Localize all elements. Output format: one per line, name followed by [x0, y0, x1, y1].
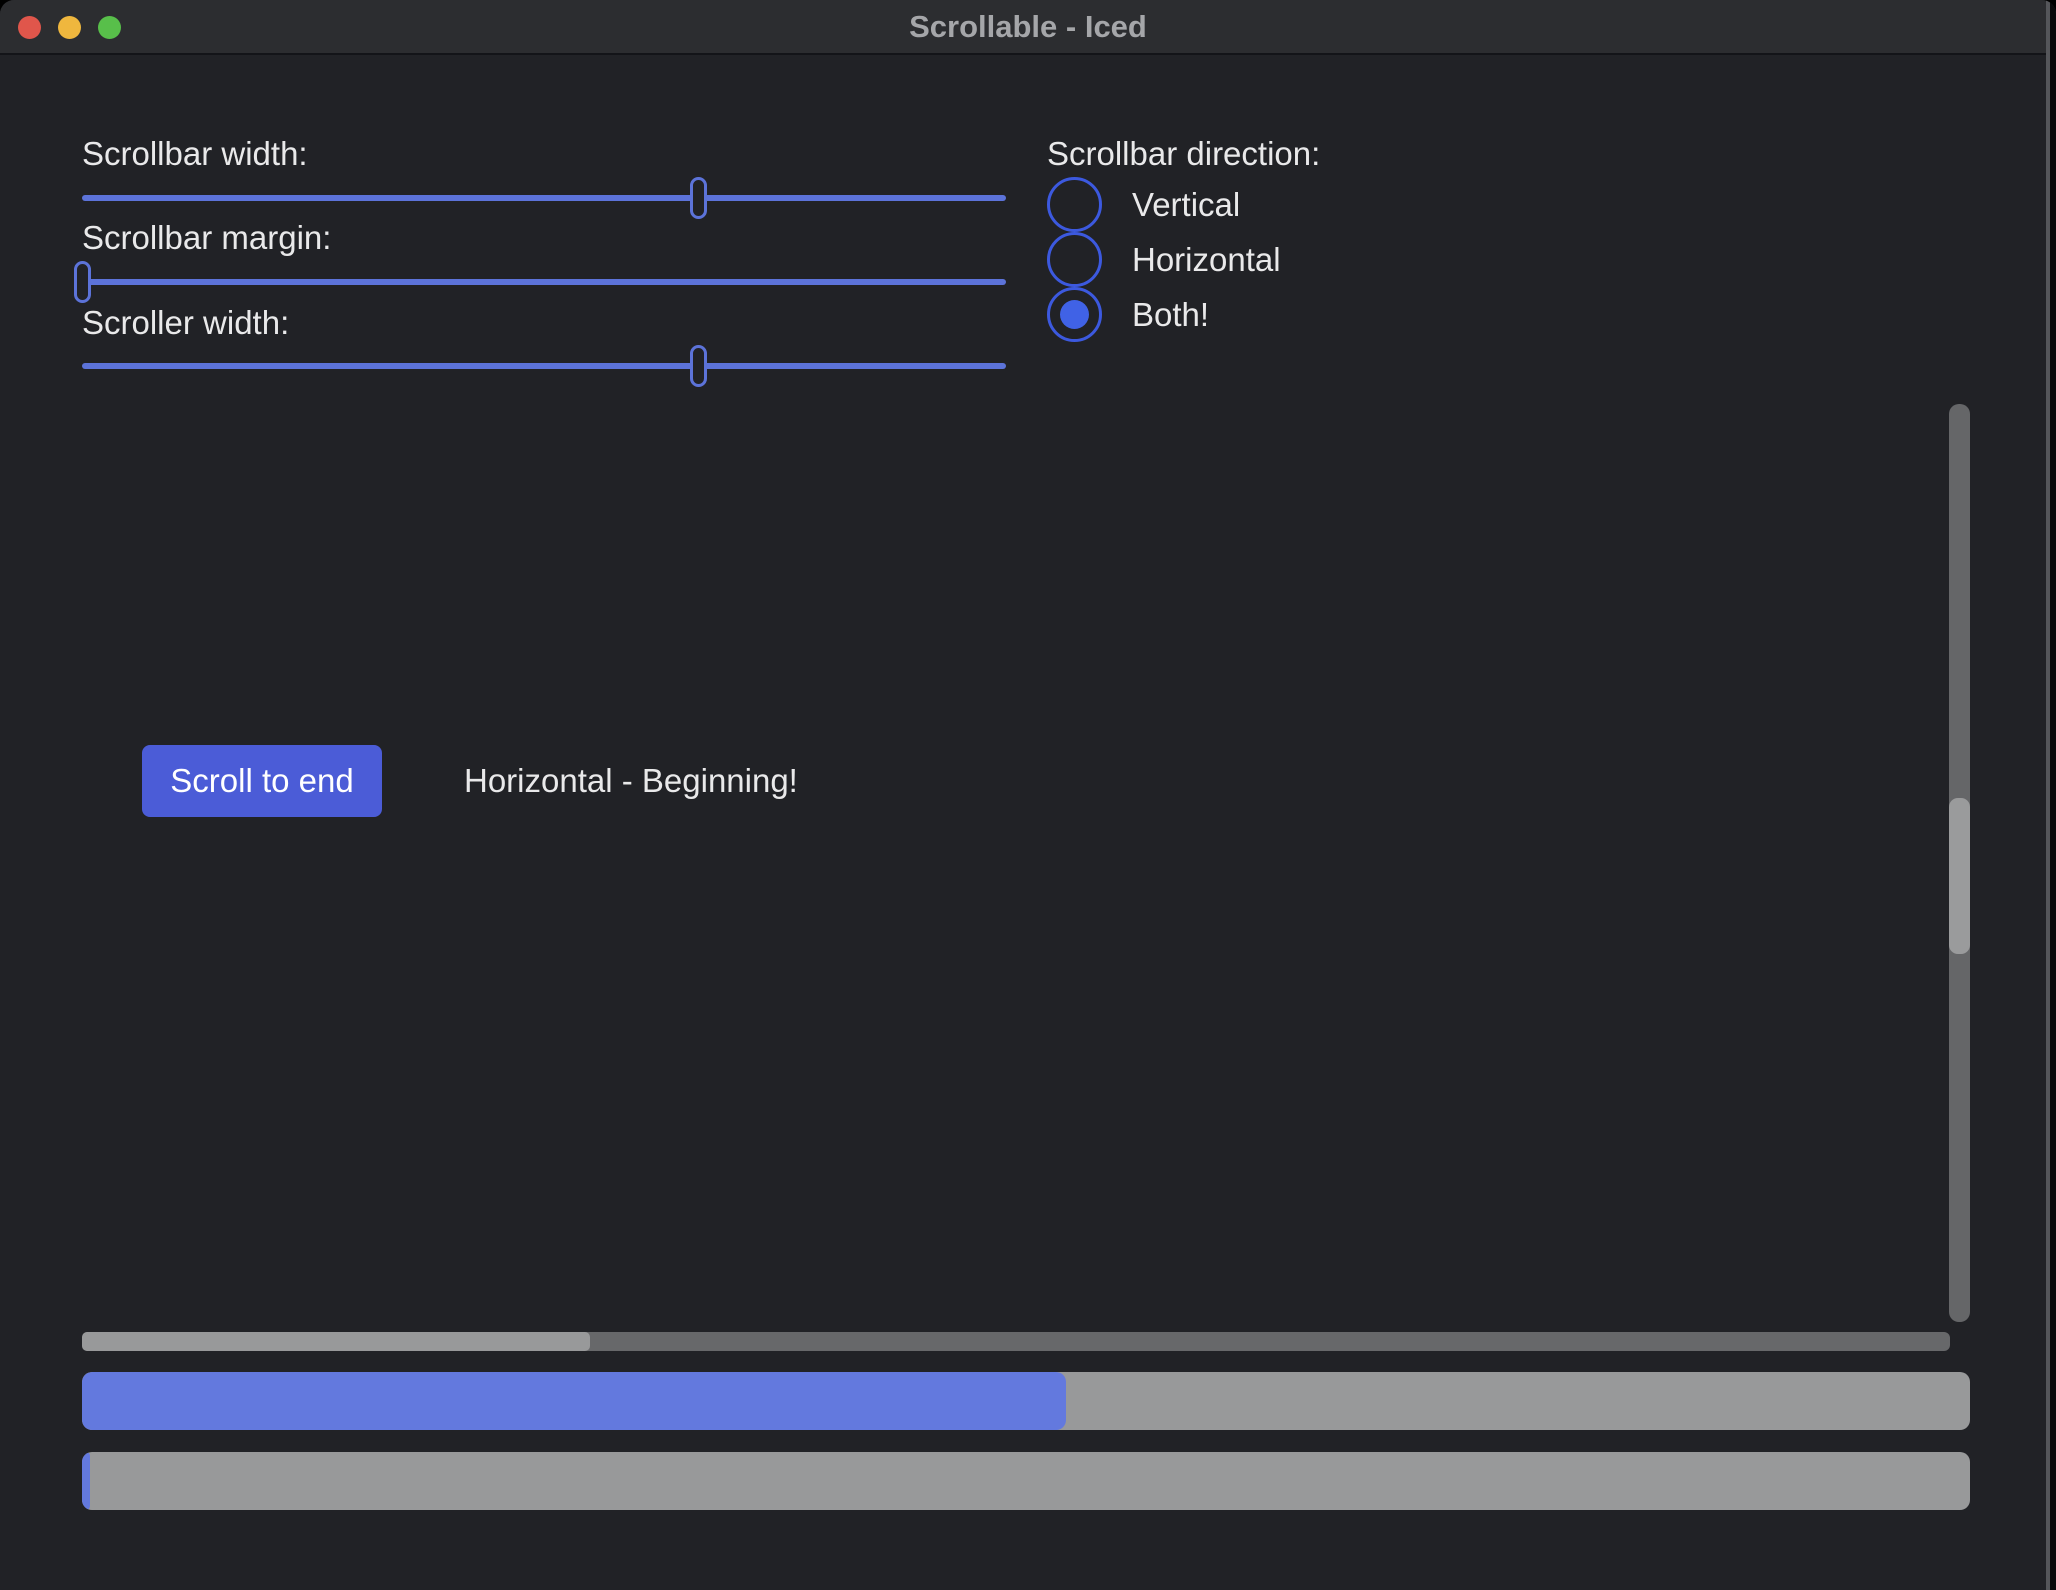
- scroller-width-slider[interactable]: [82, 363, 1006, 369]
- scroll-to-end-button[interactable]: Scroll to end: [142, 745, 382, 817]
- title-bar: Scrollable - Iced: [0, 0, 2056, 55]
- scrollbar-margin-slider-handle[interactable]: [74, 261, 91, 303]
- vertical-scrollbar-thumb[interactable]: [1949, 798, 1970, 954]
- radio-dot-icon: [1060, 300, 1089, 329]
- progress-fill: [82, 1452, 90, 1510]
- scrollbar-width-slider[interactable]: [82, 195, 1006, 201]
- scrollbar-margin-label: Scrollbar margin:: [82, 218, 331, 258]
- scroller-width-slider-handle[interactable]: [690, 345, 707, 387]
- scrollbar-margin-slider[interactable]: [82, 279, 1006, 285]
- horizontal-scrollbar-track[interactable]: [82, 1332, 1950, 1351]
- radio-label-horizontal: Horizontal: [1132, 241, 1281, 279]
- scrollbar-width-label: Scrollbar width:: [82, 134, 308, 174]
- app-window: Scrollable - Iced Scrollbar width: Scrol…: [0, 0, 2056, 1590]
- scroller-width-label: Scroller width:: [82, 303, 289, 343]
- horizontal-scroll-progressbar: [82, 1452, 1970, 1510]
- progress-fill: [82, 1372, 1066, 1430]
- radio-circle-icon[interactable]: [1047, 177, 1102, 232]
- radio-circle-icon[interactable]: [1047, 287, 1102, 342]
- window-title: Scrollable - Iced: [0, 0, 2056, 53]
- scrollbar-direction-label: Scrollbar direction:: [1047, 134, 1320, 174]
- radio-label-both: Both!: [1132, 296, 1209, 334]
- vertical-scroll-progressbar: [82, 1372, 1970, 1430]
- scrollbar-direction-group: Vertical Horizontal Both!: [1047, 177, 1281, 342]
- radio-circle-icon[interactable]: [1047, 232, 1102, 287]
- horizontal-scrollbar-thumb[interactable]: [82, 1332, 590, 1351]
- window-edge-shadow: [2050, 0, 2056, 1590]
- vertical-scrollbar-track[interactable]: [1949, 404, 1970, 1322]
- radio-label-vertical: Vertical: [1132, 186, 1240, 224]
- scroll-status-text: Horizontal - Beginning!: [464, 745, 798, 817]
- radio-option-horizontal[interactable]: Horizontal: [1047, 232, 1281, 287]
- radio-option-vertical[interactable]: Vertical: [1047, 177, 1281, 232]
- radio-option-both[interactable]: Both!: [1047, 287, 1281, 342]
- scrollbar-width-slider-handle[interactable]: [690, 177, 707, 219]
